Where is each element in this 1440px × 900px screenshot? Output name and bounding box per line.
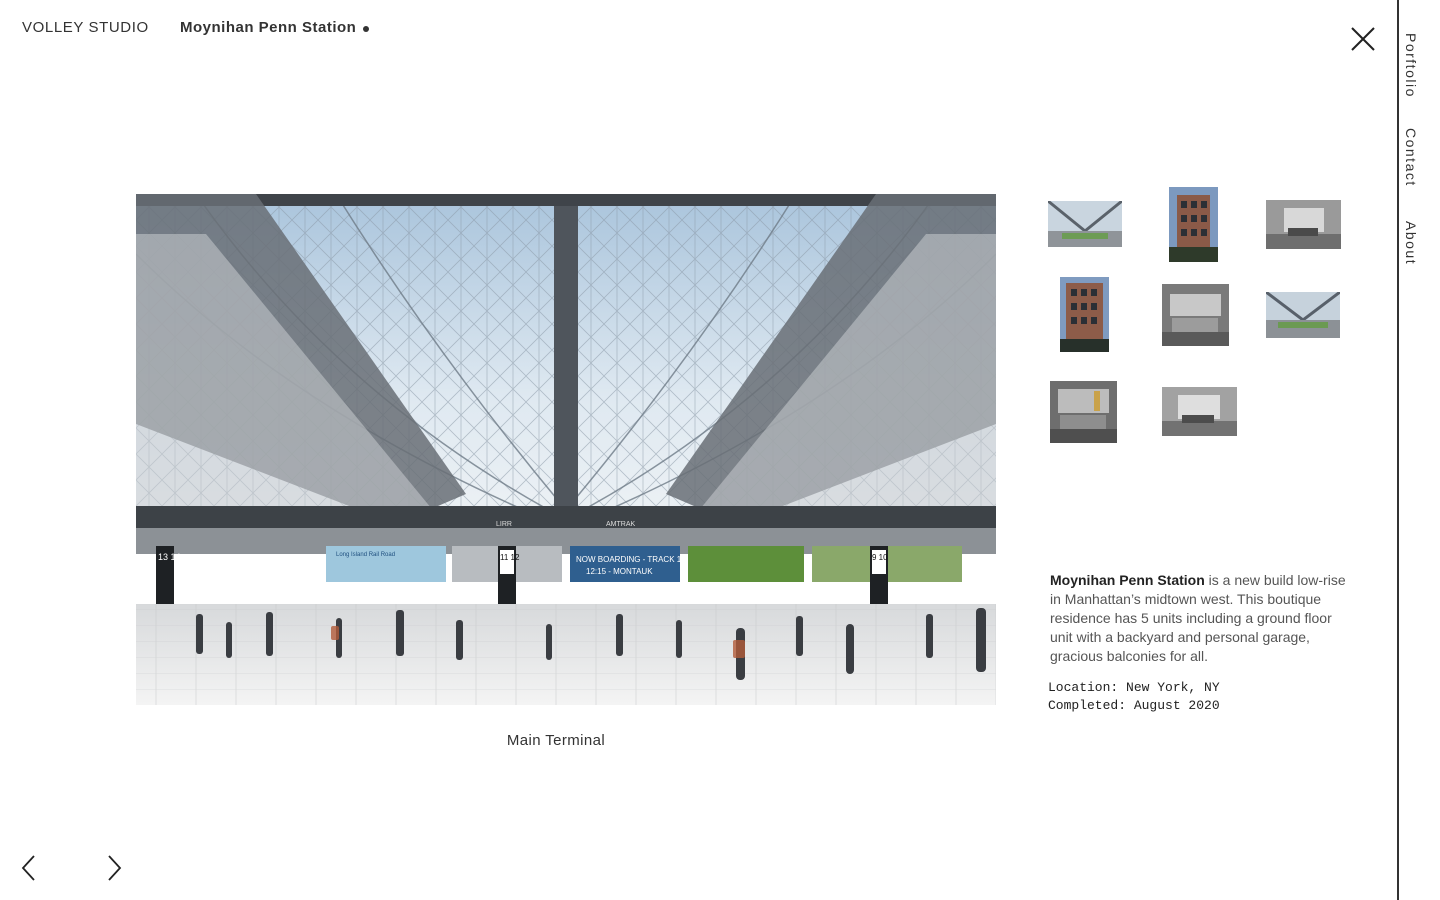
thumb-concourse-image-2 [1266, 292, 1340, 338]
thumbnail-5[interactable] [1162, 284, 1229, 346]
project-page: VOLLEY STUDIO Moynihan Penn Station Porf… [0, 0, 1440, 900]
project-title: Moynihan Penn Station [180, 19, 357, 36]
meta-location: Location: New York, NY [1048, 680, 1220, 695]
thumbnail-7[interactable] [1050, 381, 1117, 443]
beam-text-amtrak: AMTRAK [606, 521, 636, 528]
thumb-kitchen-image [1162, 284, 1229, 346]
thumb-concourse-image [1048, 201, 1122, 247]
screen-text-boarding: NOW BOARDING - TRACK 11 [576, 555, 686, 564]
project-meta: Location: New York, NY Completed: August… [1048, 679, 1220, 715]
thumbnail-4[interactable] [1060, 277, 1109, 352]
thumbnail-3[interactable] [1266, 200, 1341, 249]
thumb-brick-building-image-2 [1060, 277, 1109, 352]
title-dot [363, 26, 369, 32]
close-button[interactable] [1348, 24, 1378, 54]
next-button[interactable] [102, 852, 126, 884]
thumb-kitchen-image-2 [1050, 381, 1117, 443]
previous-button[interactable] [18, 852, 42, 884]
beam-text-lirr: LIRR [496, 521, 512, 528]
meta-completed: Completed: August 2020 [1048, 698, 1220, 713]
thumb-brick-building-image [1169, 187, 1218, 262]
thumbnail-2[interactable] [1169, 187, 1218, 262]
main-image-caption: Main Terminal [506, 732, 606, 749]
brand-logo[interactable]: VOLLEY STUDIO [22, 19, 149, 36]
chevron-right-icon [108, 855, 122, 881]
track-sign-9-10: 9 10 [872, 553, 888, 562]
main-image-main-terminal[interactable]: NOW BOARDING - TRACK 11 12:15 - MONTAUK … [136, 194, 996, 705]
rail-link-contact[interactable]: Contact [1403, 128, 1419, 187]
screen-text-montauk: 12:15 - MONTAUK [586, 567, 653, 576]
chevron-left-icon [21, 855, 35, 881]
thumbnail-6[interactable] [1266, 292, 1340, 338]
rail-link-portfolio[interactable]: Porftolio [1403, 33, 1419, 98]
thumb-interior-gray-image-2 [1162, 387, 1237, 436]
rail-link-about[interactable]: About [1403, 221, 1419, 265]
thumbnail-1[interactable] [1048, 201, 1122, 247]
screen-text-lirr-name: Long Island Rail Road [336, 552, 395, 558]
track-sign-13-14: 13 14 [158, 552, 181, 562]
terminal-illustration: NOW BOARDING - TRACK 11 12:15 - MONTAUK … [136, 194, 996, 705]
thumbnail-8[interactable] [1162, 387, 1237, 436]
project-description: Moynihan Penn Station is a new build low… [1050, 571, 1350, 666]
thumb-interior-gray-image [1266, 200, 1341, 249]
track-sign-11-12: 11 12 [500, 553, 520, 562]
rail-divider [1397, 0, 1399, 900]
description-project-name: Moynihan Penn Station [1050, 572, 1205, 588]
close-icon [1351, 27, 1375, 51]
